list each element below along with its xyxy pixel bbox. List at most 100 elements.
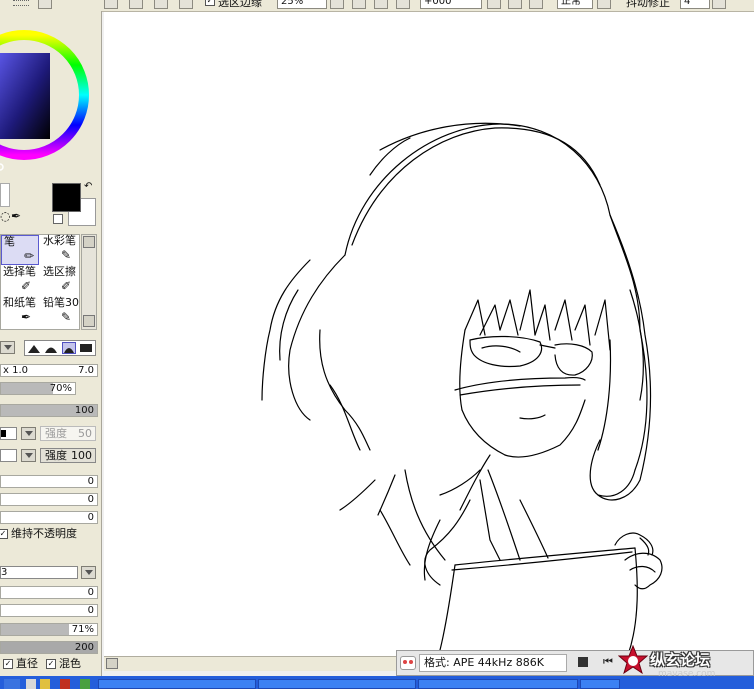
tool-item-select-eraser[interactable]: 选区擦 ✐ xyxy=(41,266,79,296)
quality-select[interactable]: 3 xyxy=(0,566,78,579)
persistence-slider[interactable]: 0 xyxy=(0,511,98,524)
blend-mode-select[interactable]: 正常 xyxy=(557,0,593,9)
texture-dropdown[interactable] xyxy=(21,449,36,462)
tool-item-pencil[interactable]: 铅笔30 ✎ xyxy=(41,297,79,327)
color-wheel[interactable] xyxy=(0,11,100,181)
stabilizer-select[interactable]: 4 xyxy=(680,0,710,9)
top-toolbar: ✓ 选区边缘 25% +000 正常 抖动修正 4 xyxy=(0,0,754,12)
zoom-reset-button[interactable] xyxy=(396,0,410,9)
quick-launch-icon[interactable] xyxy=(60,679,70,689)
blend-label: 混色 xyxy=(59,657,81,670)
reset-colors-icon[interactable] xyxy=(53,214,63,224)
foreground-color-front xyxy=(52,183,81,212)
blend-checkbox[interactable]: ✓ xyxy=(46,659,56,669)
watercolor-icon: ✎ xyxy=(61,248,72,262)
taskbar-window-button[interactable] xyxy=(98,679,256,689)
tool-item-watercolor[interactable]: 水彩笔 ✎ xyxy=(41,235,79,265)
swap-colors-icon[interactable]: ↶ xyxy=(84,181,92,192)
tool-item-washi-pen[interactable]: 和纸笔 ✒ xyxy=(1,297,39,327)
density-slider[interactable]: 100 xyxy=(0,404,98,417)
edge-hardness-slider[interactable]: 0 xyxy=(0,586,98,599)
blend-strength-field[interactable]: 强度 50 xyxy=(40,426,96,441)
keep-opacity-checkbox[interactable]: ✓ xyxy=(0,529,8,539)
zoom-in-button[interactable] xyxy=(374,0,388,9)
shape-flat-icon[interactable] xyxy=(80,344,92,352)
blending-slider[interactable]: 0 xyxy=(0,475,98,488)
rotation-select[interactable]: +000 xyxy=(420,0,482,9)
tool-item-select-pen[interactable]: 选择笔 ✐ xyxy=(1,266,39,296)
star-logo-icon xyxy=(618,645,648,675)
tool-label: 选择笔 xyxy=(3,265,36,278)
blend-mode-dropdown[interactable] xyxy=(597,0,611,9)
stabilizer-label: 抖动修正 xyxy=(626,0,670,9)
tool-label: 铅笔30 xyxy=(43,296,79,309)
brush-mode-dropdown[interactable] xyxy=(0,341,15,354)
quality-value: 3 xyxy=(1,567,8,578)
blend-swatch xyxy=(1,430,6,437)
invert-selection-button[interactable] xyxy=(179,0,193,9)
quick-launch-icon[interactable] xyxy=(40,679,50,689)
toolbar-button[interactable] xyxy=(38,0,52,9)
undo-button[interactable] xyxy=(104,0,118,9)
quick-launch-icon[interactable] xyxy=(26,679,36,689)
zoom-dropdown-button[interactable] xyxy=(330,0,344,9)
texture-strength-field[interactable]: 强度 100 xyxy=(40,448,96,463)
shape-sharp-icon[interactable] xyxy=(28,343,40,353)
selection-edge-checkbox[interactable]: ✓ xyxy=(205,0,215,6)
persistence-value: 0 xyxy=(87,512,94,523)
diameter-checkbox[interactable]: ✓ xyxy=(3,659,13,669)
drawing-canvas[interactable] xyxy=(104,12,754,656)
player-logo-icon xyxy=(400,656,416,670)
texture-select[interactable] xyxy=(0,449,17,462)
dilution-slider[interactable]: 0 xyxy=(0,493,98,506)
taskbar-window-button[interactable] xyxy=(580,679,620,689)
pressure-slider[interactable]: 200 xyxy=(0,641,98,654)
rotate-right-button[interactable] xyxy=(508,0,522,9)
blend-mode-select[interactable] xyxy=(0,427,17,440)
scroll-up-button[interactable] xyxy=(83,236,95,248)
pencil-icon: ✎ xyxy=(61,310,72,324)
quick-launch-icon[interactable] xyxy=(4,679,20,689)
rotate-reset-button[interactable] xyxy=(529,0,543,9)
blend-mode-dropdown[interactable] xyxy=(21,427,36,440)
stop-icon[interactable] xyxy=(578,657,588,667)
line-art-drawing xyxy=(261,122,663,656)
taskbar-window-button[interactable] xyxy=(418,679,578,689)
pen-icon: ✏ xyxy=(24,249,35,263)
taskbar-window-button[interactable] xyxy=(258,679,416,689)
swatch-slot[interactable] xyxy=(0,183,10,207)
logo-dot xyxy=(403,660,407,664)
min-density-slider[interactable]: 0 xyxy=(0,604,98,617)
shape-soft-icon[interactable] xyxy=(62,342,76,354)
quick-launch-icon[interactable] xyxy=(80,679,90,689)
previous-track-icon[interactable]: ⏮ xyxy=(603,656,613,668)
deselect-button[interactable] xyxy=(154,0,168,9)
tool-item-pen[interactable]: 笔 ✏ xyxy=(1,235,39,265)
diameter-label: 直径 xyxy=(16,657,38,670)
zoom-select[interactable]: 25% xyxy=(277,0,327,9)
format-display: 格式: APE 44kHz 886K xyxy=(419,654,567,672)
density-value: 100 xyxy=(74,405,94,416)
scroll-left-button[interactable] xyxy=(106,658,118,669)
stabilizer-dropdown[interactable] xyxy=(712,0,726,9)
strength-label: 强度 xyxy=(45,427,67,440)
quality-dropdown[interactable] xyxy=(81,566,96,579)
strength-value: 100 xyxy=(71,449,92,462)
zoom-out-button[interactable] xyxy=(352,0,366,9)
size-value: 7.0 xyxy=(78,365,94,376)
lasso-icon[interactable]: ◌ xyxy=(0,209,10,223)
min-size-slider[interactable]: 70% xyxy=(0,382,76,395)
max-density-slider[interactable]: 71% xyxy=(0,623,98,636)
keep-opacity-label: 维持不透明度 xyxy=(11,527,77,540)
redo-button[interactable] xyxy=(129,0,143,9)
tool-label: 和纸笔 xyxy=(3,296,36,309)
rotate-left-button[interactable] xyxy=(487,0,501,9)
eyedropper-icon[interactable]: ✒ xyxy=(11,209,21,223)
windows-taskbar xyxy=(0,676,754,689)
scroll-down-button[interactable] xyxy=(83,315,95,327)
tool-scrollbar[interactable] xyxy=(81,234,97,330)
brush-size-field[interactable]: x 1.0 7.0 xyxy=(0,364,98,377)
shape-round-icon[interactable] xyxy=(45,343,57,353)
min-density-value: 0 xyxy=(87,605,94,616)
brush-shape-selector[interactable] xyxy=(24,340,96,356)
